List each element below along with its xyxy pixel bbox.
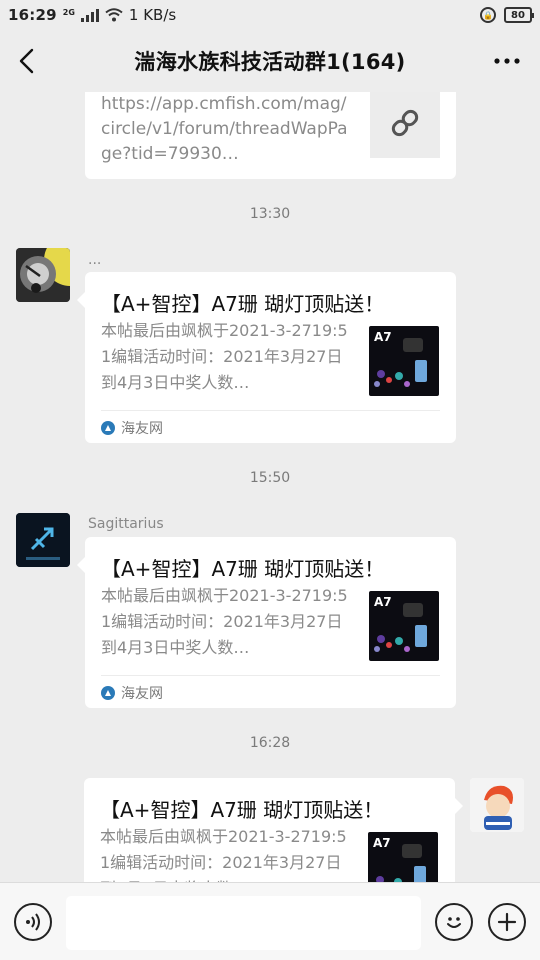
link-url: https://app.cmfish.com/mag/circle/v1/for… — [101, 94, 348, 164]
voice-button[interactable] — [14, 903, 52, 941]
article-source: 海友网 — [101, 418, 163, 438]
avatar[interactable] — [16, 248, 70, 302]
wifi-icon — [105, 8, 123, 22]
article-thumbnail: A7 — [369, 326, 439, 396]
battery-level: 80 — [511, 9, 525, 21]
timestamp: 13:30 — [249, 206, 291, 222]
battery-icon: 80 — [504, 7, 534, 23]
avatar-image — [470, 778, 524, 832]
more-actions-button[interactable] — [488, 903, 526, 941]
signal-icon — [80, 8, 99, 22]
rotation-lock-icon: 🔒 — [480, 7, 496, 23]
link-thumbnail — [370, 92, 440, 158]
product-image — [374, 338, 427, 387]
article-card[interactable]: 【A+智控】A7珊 瑚灯顶贴送！ 本帖最后由飒枫于2021-3-2719:51编… — [77, 537, 456, 708]
article-thumbnail: A7 — [368, 832, 438, 882]
article-title: 【A+智控】A7珊 瑚灯顶贴送！ — [100, 798, 384, 822]
network-type: 2G — [62, 8, 75, 17]
product-image — [376, 844, 426, 882]
article-description: 本帖最后由飒枫于2021-3-2719:51编辑活动时间：2021年3月27日到… — [100, 827, 347, 882]
link-message-card[interactable]: https://app.cmfish.com/mag/circle/v1/for… — [85, 92, 456, 179]
source-name: 海友网 — [121, 421, 163, 437]
back-button[interactable] — [8, 42, 46, 80]
source-logo-icon — [101, 421, 115, 435]
input-bar — [0, 882, 540, 960]
article-description: 本帖最后由飒枫于2021-3-2719:51编辑活动时间：2021年3月27日到… — [101, 586, 348, 657]
emoji-icon — [447, 917, 461, 928]
emoji-button[interactable] — [435, 903, 473, 941]
avatar[interactable] — [16, 513, 70, 567]
sender-name: Sagittarius — [88, 516, 164, 532]
product-image — [374, 603, 427, 652]
article-card[interactable]: 【A+智控】A7珊 瑚灯顶贴送！ 本帖最后由飒枫于2021-3-2719:51编… — [84, 778, 463, 882]
article-title: 【A+智控】A7珊 瑚灯顶贴送！ — [101, 292, 385, 316]
status-bar: 16:29 2G 1 KB/s 🔒 80 — [0, 0, 540, 30]
chat-header: 湍海水族科技活动群1(164) — [0, 30, 540, 92]
card-divider — [101, 675, 440, 676]
avatar-image — [16, 248, 70, 302]
voice-icon — [26, 913, 40, 931]
more-button[interactable] — [488, 42, 526, 80]
article-title: 【A+智控】A7珊 瑚灯顶贴送！ — [101, 557, 385, 581]
article-source: 海友网 — [101, 683, 163, 703]
avatar-image — [16, 513, 70, 567]
more-dots-icon — [494, 58, 520, 64]
article-description: 本帖最后由飒枫于2021-3-2719:51编辑活动时间：2021年3月27日到… — [101, 321, 348, 392]
timestamp: 15:50 — [249, 470, 291, 486]
plus-icon — [497, 912, 517, 932]
avatar[interactable] — [470, 778, 524, 832]
network-speed: 1 KB/s — [128, 6, 177, 24]
sender-name: ... — [88, 252, 102, 268]
chat-title: 湍海水族科技活动群1(164) — [134, 50, 406, 74]
message-list[interactable]: https://app.cmfish.com/mag/circle/v1/for… — [0, 92, 540, 882]
article-card[interactable]: 【A+智控】A7珊 瑚灯顶贴送！ 本帖最后由飒枫于2021-3-2719:51编… — [77, 272, 456, 443]
message-input[interactable] — [66, 896, 421, 950]
article-thumbnail: A7 — [369, 591, 439, 661]
link-icon — [391, 109, 419, 137]
chevron-left-icon — [19, 48, 34, 74]
card-divider — [101, 410, 440, 411]
source-name: 海友网 — [121, 686, 163, 702]
source-logo-icon — [101, 686, 115, 700]
status-time: 16:29 — [8, 6, 57, 24]
timestamp: 16:28 — [249, 735, 291, 751]
